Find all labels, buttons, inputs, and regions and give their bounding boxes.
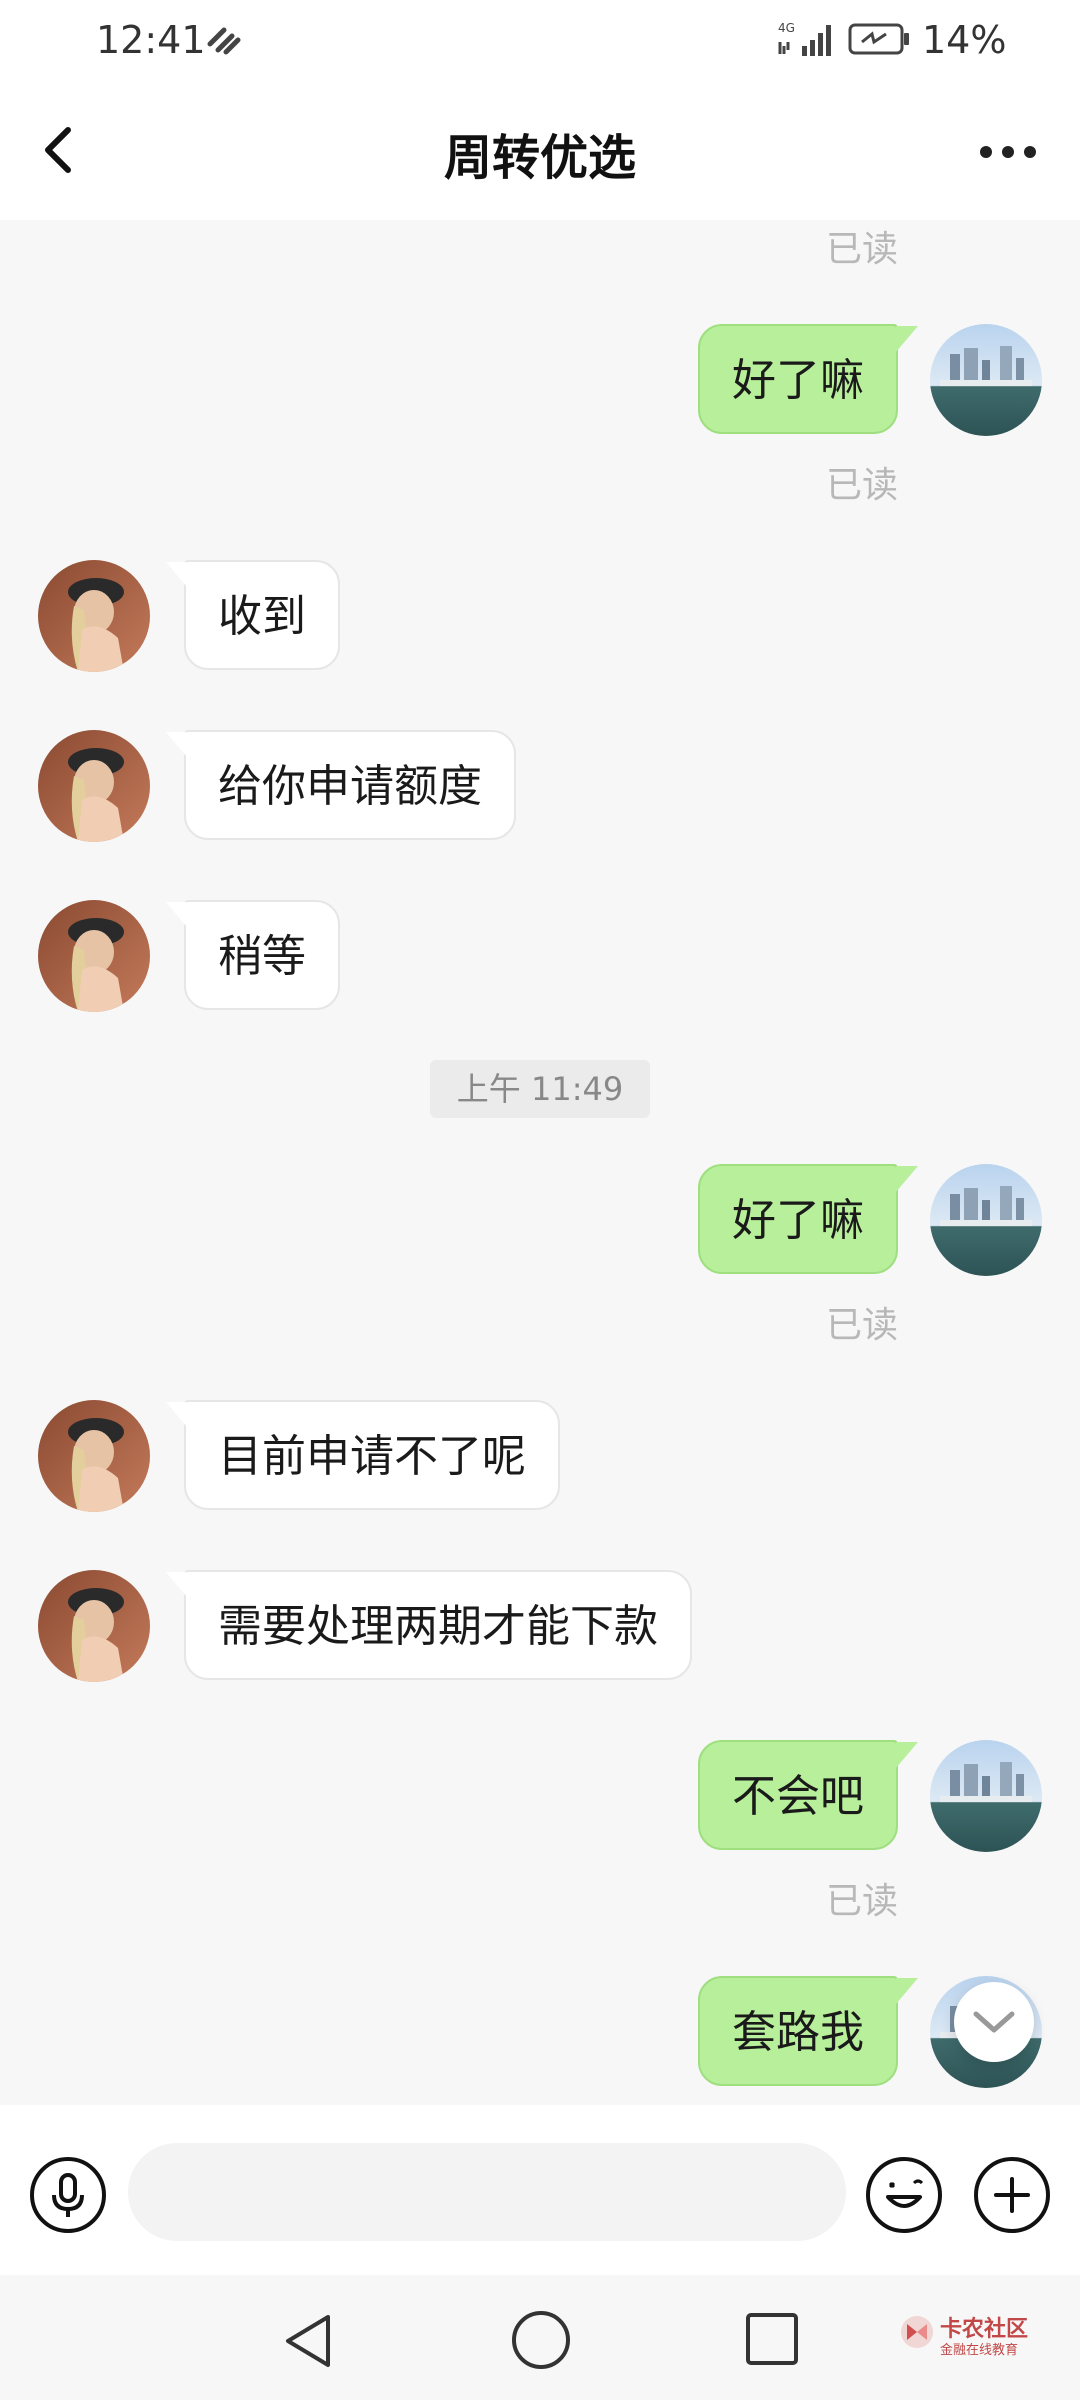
battery-charging-icon	[848, 23, 909, 55]
received-message[interactable]: 收到	[166, 560, 340, 670]
time-divider: 上午 11:49	[430, 1060, 650, 1118]
composer-bar	[0, 2105, 1080, 2275]
nav-home-icon[interactable]	[510, 2309, 572, 2371]
contact-avatar[interactable]	[38, 900, 150, 1012]
contact-avatar[interactable]	[38, 730, 150, 842]
received-message[interactable]: 给你申请额度	[166, 730, 516, 840]
status-time: 12:41	[96, 18, 206, 62]
sent-message[interactable]: 好了嘛	[698, 1164, 918, 1274]
chat-screen: 12:41 4G 14% 周转优选 已读 好了嘛 已读 收到 给你申请额度 稍等…	[0, 0, 1080, 2400]
nav-recents-icon[interactable]	[744, 2311, 800, 2367]
read-receipt: 已读	[826, 1881, 899, 1922]
contact-avatar[interactable]	[38, 1570, 150, 1682]
read-receipt: 已读	[826, 229, 899, 270]
received-message[interactable]: 需要处理两期才能下款	[166, 1570, 692, 1680]
message-input[interactable]	[128, 2143, 846, 2241]
watermark-subtitle: 金融在线教育	[940, 2343, 1019, 2358]
battery-percent: 14%	[922, 18, 1007, 62]
scroll-to-bottom-button[interactable]	[954, 1982, 1034, 2062]
chat-header: 周转优选	[0, 80, 1080, 220]
signal-icon: 4G	[778, 21, 831, 56]
my-avatar[interactable]	[930, 324, 1042, 436]
chevron-down-icon	[973, 2011, 1015, 2033]
microphone-icon[interactable]	[28, 2155, 108, 2235]
sent-message[interactable]: 不会吧	[698, 1740, 918, 1850]
more-options-icon[interactable]	[972, 134, 1044, 170]
svg-text:4G: 4G	[778, 21, 795, 35]
sent-message[interactable]: 套路我	[698, 1976, 918, 2086]
received-message[interactable]: 稍等	[166, 900, 340, 1010]
contact-avatar[interactable]	[38, 1400, 150, 1512]
hyperlink-status-icon	[207, 27, 241, 55]
emoji-icon[interactable]	[864, 2155, 944, 2235]
sent-message[interactable]: 好了嘛	[698, 324, 918, 434]
my-avatar[interactable]	[930, 1740, 1042, 1852]
page-title: 周转优选	[443, 130, 636, 186]
watermark: 卡农社区 金融在线教育	[900, 2311, 1060, 2361]
message-list[interactable]: 已读 好了嘛 已读 收到 给你申请额度 稍等 上午 11:49 好了嘛 已读 目…	[0, 220, 1080, 2105]
my-avatar[interactable]	[930, 1164, 1042, 1276]
plus-icon[interactable]	[972, 2155, 1052, 2235]
contact-avatar[interactable]	[38, 560, 150, 672]
watermark-logo-icon	[901, 2316, 933, 2348]
received-message[interactable]: 目前申请不了呢	[166, 1400, 560, 1510]
system-nav-bar: 卡农社区 金融在线教育	[0, 2275, 1080, 2400]
status-bar: 12:41 4G 14%	[0, 0, 1080, 80]
read-receipt: 已读	[826, 1305, 899, 1346]
nav-back-icon[interactable]	[280, 2311, 336, 2371]
read-receipt: 已读	[826, 465, 899, 506]
